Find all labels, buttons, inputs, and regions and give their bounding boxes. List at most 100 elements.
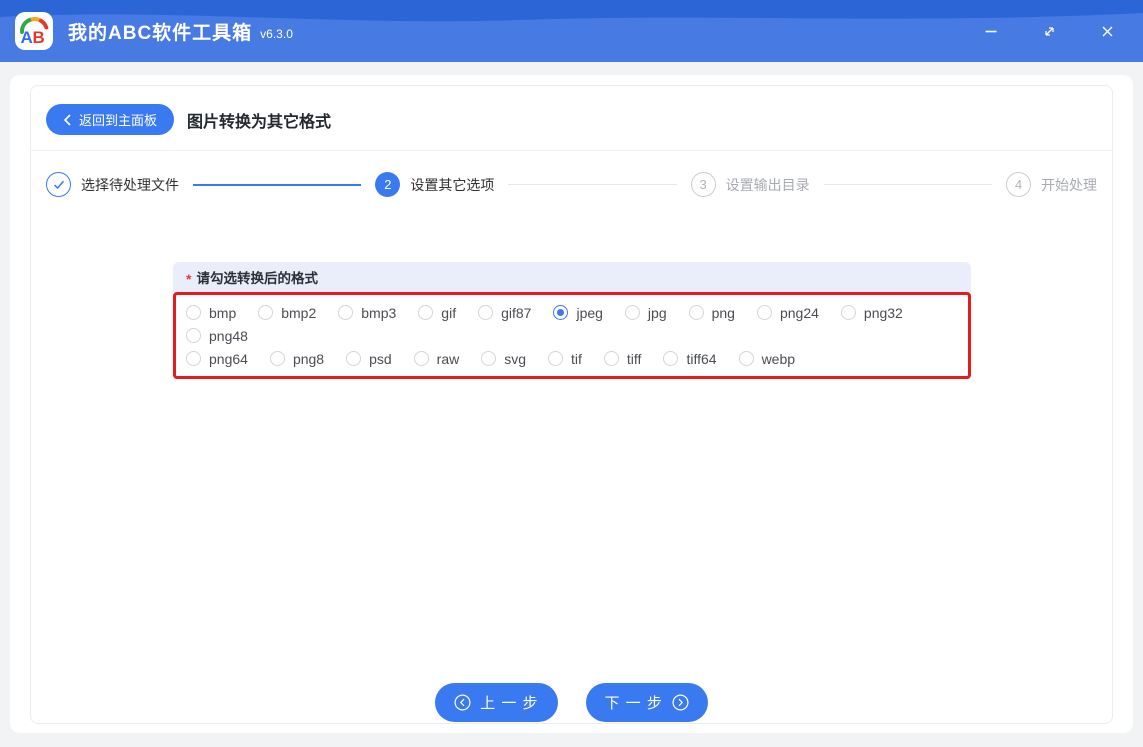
format-radio-group: bmp bmp2 bmp3 gif gif87 jpeg jpg png png24 png32 p… [173, 292, 971, 379]
content-card: 返回到主面板 图片转换为其它格式 选择待处理文件 2 设置其它选项 3 设置输出目录 4 开… [30, 85, 1113, 724]
step-3-pending: 3 设置输出目录 [690, 172, 810, 197]
radio-icon [603, 351, 619, 366]
radio-icon [738, 351, 754, 366]
format-option-bmp3[interactable]: bmp3 [338, 301, 396, 324]
format-option-png[interactable]: png [688, 301, 735, 324]
step-1-label: 选择待处理文件 [81, 176, 179, 193]
format-option-tiff64[interactable]: tiff64 [663, 347, 717, 370]
format-option-label: gif87 [501, 304, 532, 321]
app-window: A B 我的ABC软件工具箱 v6.3.0 返回到主面板 图片转换为其它格式 选… [0, 0, 1143, 747]
main-panel: 返回到主面板 图片转换为其它格式 选择待处理文件 2 设置其它选项 3 设置输出目录 4 开… [10, 75, 1133, 733]
stepper: 选择待处理文件 2 设置其它选项 3 设置输出目录 4 开始处理 [31, 151, 1112, 215]
circle-chevron-left-icon [454, 694, 471, 711]
format-option-png32[interactable]: png32 [840, 301, 903, 324]
format-option-label: bmp3 [361, 304, 397, 321]
format-option-label: bmp2 [281, 304, 317, 321]
radio-icon [418, 305, 434, 320]
radio-icon [840, 305, 856, 320]
format-option-svg[interactable]: svg [481, 347, 526, 370]
format-option-label: png48 [209, 327, 248, 344]
chevron-left-icon [63, 113, 72, 126]
step-2-indicator: 2 [375, 172, 401, 197]
step-2-label: 设置其它选项 [410, 176, 495, 193]
format-option-png48[interactable]: png48 [186, 324, 248, 347]
format-field-label-bar: * 请勾选转换后的格式 [173, 262, 971, 292]
page-background: 返回到主面板 图片转换为其它格式 选择待处理文件 2 设置其它选项 3 设置输出目录 4 开… [0, 62, 1143, 747]
close-button[interactable] [1097, 21, 1117, 41]
format-option-label: jpg [647, 304, 667, 321]
format-option-label: png32 [863, 304, 903, 321]
form-area: * 请勾选转换后的格式 bmp bmp2 bmp3 gif gif87 jpeg jpg pn… [31, 215, 1112, 683]
format-option-label: tiff [626, 350, 642, 367]
step-2-active: 2 设置其它选项 [375, 172, 494, 197]
format-option-label: jpeg [576, 304, 603, 321]
format-option-bmp[interactable]: bmp [186, 301, 236, 324]
svg-text:A: A [21, 28, 33, 47]
radio-icon [478, 305, 494, 320]
titlebar: A B 我的ABC软件工具箱 v6.3.0 [0, 0, 1143, 62]
next-step-label: 下 一 步 [604, 695, 663, 712]
radio-icon [186, 305, 201, 320]
radio-icon [186, 328, 201, 343]
radio-icon [688, 305, 704, 320]
app-logo-icon: A B [14, 11, 54, 51]
page-title: 图片转换为其它格式 [187, 113, 332, 131]
step-4-label: 开始处理 [1040, 176, 1097, 193]
radio-icon [269, 351, 285, 366]
format-option-label: gif [441, 304, 457, 321]
radio-icon [258, 305, 274, 320]
svg-text:B: B [33, 28, 45, 47]
back-button-label: 返回到主面板 [79, 113, 158, 128]
radio-icon [346, 351, 362, 366]
step-connector [508, 184, 677, 185]
app-title: 我的ABC软件工具箱 [68, 22, 253, 44]
format-option-bmp2[interactable]: bmp2 [258, 301, 316, 324]
format-option-jpg[interactable]: jpg [624, 301, 667, 324]
radio-selected-icon [553, 305, 569, 320]
format-field: * 请勾选转换后的格式 bmp bmp2 bmp3 gif gif87 jpeg jpg pn… [173, 262, 971, 379]
step-3-label: 设置输出目录 [725, 176, 810, 193]
format-option-label: psd [369, 350, 392, 367]
format-option-label: png [711, 304, 735, 321]
required-asterisk: * [186, 270, 192, 287]
minimize-button[interactable] [981, 21, 1001, 41]
circle-chevron-right-icon [672, 694, 689, 711]
format-option-label: bmp [209, 304, 237, 321]
format-option-label: png24 [779, 304, 819, 321]
format-option-tif[interactable]: tif [548, 347, 582, 370]
format-option-raw[interactable]: raw [413, 347, 460, 370]
radio-icon [186, 351, 201, 366]
format-option-label: png8 [292, 350, 325, 367]
next-step-button[interactable]: 下 一 步 [585, 683, 708, 722]
radio-icon [548, 351, 564, 366]
format-option-label: svg [504, 350, 527, 367]
radio-icon [338, 305, 354, 320]
format-option-webp[interactable]: webp [738, 347, 796, 370]
step-3-indicator: 3 [690, 172, 716, 197]
step-connector [193, 183, 362, 186]
step-connector [823, 184, 992, 185]
format-option-jpeg[interactable]: jpeg [553, 301, 603, 324]
format-option-tiff[interactable]: tiff [603, 347, 642, 370]
format-option-label: webp [761, 350, 796, 367]
radio-icon [413, 351, 429, 366]
back-to-main-button[interactable]: 返回到主面板 [46, 104, 175, 135]
format-option-label: raw [436, 350, 460, 367]
maximize-button[interactable] [1039, 21, 1059, 41]
format-option-label: tiff64 [686, 350, 717, 367]
radio-icon [481, 351, 497, 366]
radio-icon [624, 305, 640, 320]
radio-icon [756, 305, 772, 320]
format-option-gif[interactable]: gif [418, 301, 456, 324]
format-option-png24[interactable]: png24 [756, 301, 819, 324]
prev-step-button[interactable]: 上 一 步 [435, 683, 558, 722]
format-option-label: png64 [209, 350, 248, 367]
format-option-gif87[interactable]: gif87 [478, 301, 531, 324]
format-option-png64[interactable]: png64 [186, 347, 248, 370]
format-option-psd[interactable]: psd [346, 347, 392, 370]
format-option-label: tif [571, 350, 582, 367]
format-option-png8[interactable]: png8 [269, 347, 325, 370]
prev-step-label: 上 一 步 [480, 695, 539, 712]
footer-nav: 上 一 步 下 一 步 [31, 683, 1112, 723]
radio-icon [663, 351, 679, 366]
